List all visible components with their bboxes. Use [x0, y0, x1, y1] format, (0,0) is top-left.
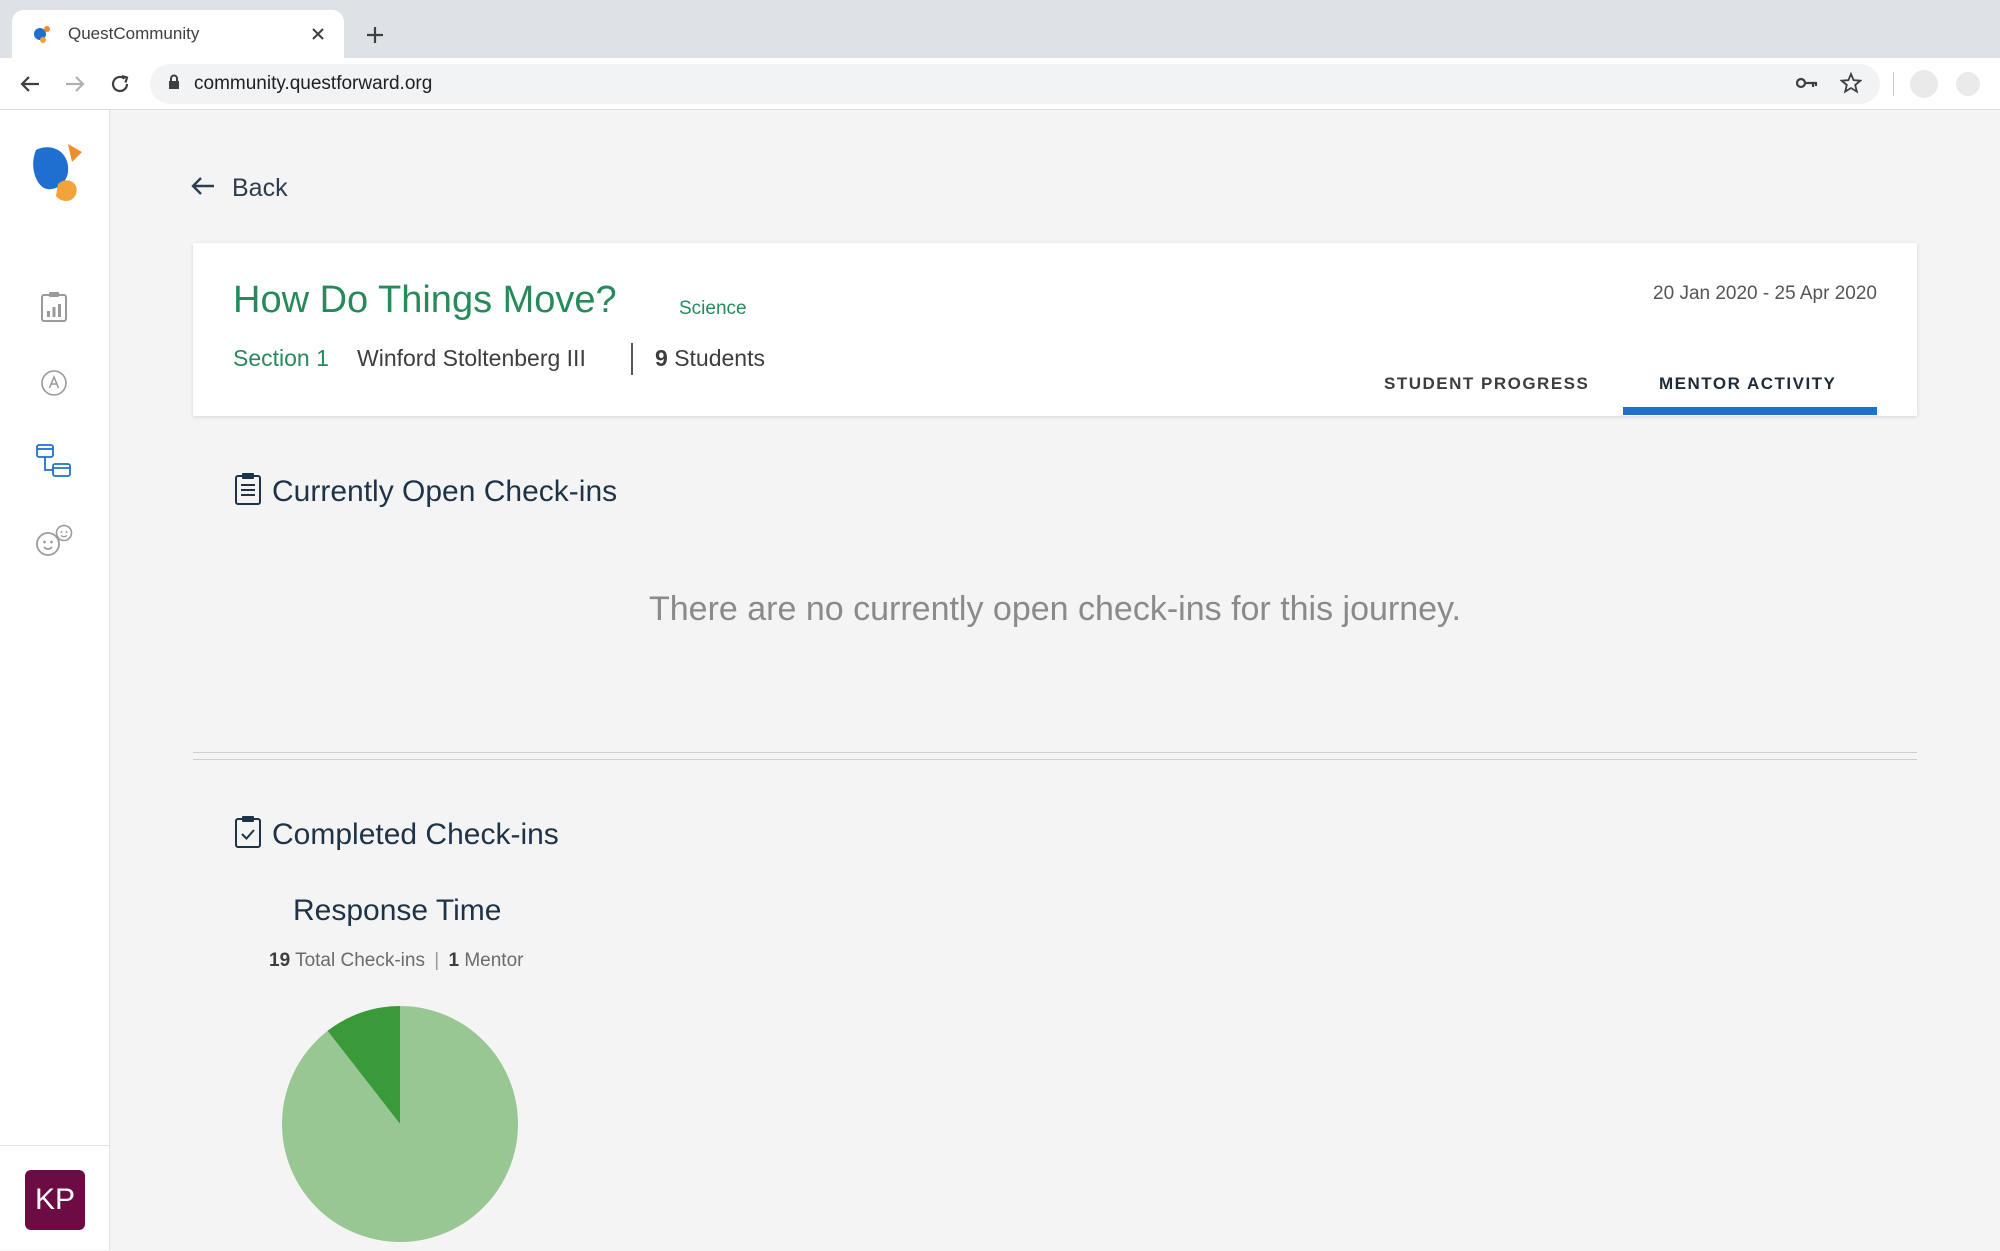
students-label: Students [674, 345, 765, 371]
journeys-icon[interactable] [34, 441, 74, 481]
pie-svg [282, 1006, 518, 1242]
summary-separator: | [434, 950, 440, 971]
completed-checkins-header: Completed Check-ins [234, 815, 559, 854]
report-icon[interactable] [34, 287, 74, 327]
community-faces-icon[interactable] [34, 521, 74, 561]
tab-student-progress[interactable]: STUDENT PROGRESS [1384, 374, 1589, 394]
user-avatar[interactable]: KP [25, 1170, 85, 1230]
clipboard-list-icon [234, 472, 262, 511]
url-text: community.questforward.org [194, 73, 433, 94]
tab-title: QuestCommunity [68, 24, 200, 43]
response-time-title: Response Time [293, 894, 502, 927]
open-checkins-header: Currently Open Check-ins [234, 472, 617, 511]
extension-icon[interactable] [1910, 70, 1938, 98]
pie-slice-1 [282, 1006, 518, 1242]
active-tab-indicator [1623, 407, 1877, 415]
total-checkins-label: Total Check-ins [295, 950, 425, 971]
sidebar-divider [0, 1145, 110, 1146]
arrow-left-icon [190, 174, 216, 203]
date-range: 20 Jan 2020 - 25 Apr 2020 [1653, 283, 1877, 304]
badge-a-icon[interactable] [34, 363, 74, 403]
mentor-count: 1 [448, 950, 460, 971]
bookmark-star-icon[interactable] [1839, 71, 1863, 99]
section-divider [193, 752, 1917, 760]
teacher-name: Winford Stoltenberg III [357, 345, 586, 371]
header-divider [631, 343, 633, 375]
new-tab-icon[interactable] [360, 20, 390, 50]
open-checkins-heading: Currently Open Check-ins [272, 474, 618, 508]
back-arrow-icon[interactable] [17, 71, 43, 97]
tab-mentor-activity[interactable]: MENTOR ACTIVITY [1659, 374, 1836, 394]
browser-tab[interactable]: QuestCommunity [12, 10, 344, 58]
students-number: 9 [655, 345, 668, 371]
forward-arrow-icon[interactable] [62, 71, 88, 97]
response-time-summary: 19 Total Check-ins | 1 Mentor [269, 950, 523, 972]
clipboard-check-icon [234, 815, 262, 854]
key-icon[interactable] [1795, 76, 1818, 95]
address-bar[interactable]: community.questforward.org [150, 64, 1880, 104]
students-count: 9 Students [655, 345, 765, 372]
browser-toolbar: community.questforward.org [0, 58, 2000, 110]
back-label: Back [232, 174, 288, 202]
lock-icon [168, 74, 180, 95]
questforward-logo-icon[interactable] [30, 140, 90, 212]
reload-icon[interactable] [107, 71, 133, 97]
mentor-label: Mentor [464, 950, 524, 971]
menu-icon[interactable] [1956, 72, 1980, 96]
app-sidebar: KP [0, 110, 110, 1250]
total-checkins-count: 19 [269, 950, 291, 971]
completed-checkins-heading: Completed Check-ins [272, 817, 559, 851]
back-link[interactable]: Back [190, 174, 288, 203]
toolbar-separator [1893, 72, 1894, 96]
browser-tabstrip: QuestCommunity [0, 0, 2000, 58]
section-name: Section 1 [233, 345, 329, 371]
questcommunity-favicon-icon [32, 24, 52, 44]
close-icon[interactable] [306, 22, 330, 46]
journey-title: How Do Things Move? [233, 279, 617, 321]
journey-header-card: How Do Things Move? Science Section 1 Wi… [193, 243, 1917, 416]
response-time-pie-chart [278, 1002, 522, 1246]
journey-subject: Science [679, 298, 747, 319]
empty-checkins-message: There are no currently open check-ins fo… [649, 590, 1461, 628]
